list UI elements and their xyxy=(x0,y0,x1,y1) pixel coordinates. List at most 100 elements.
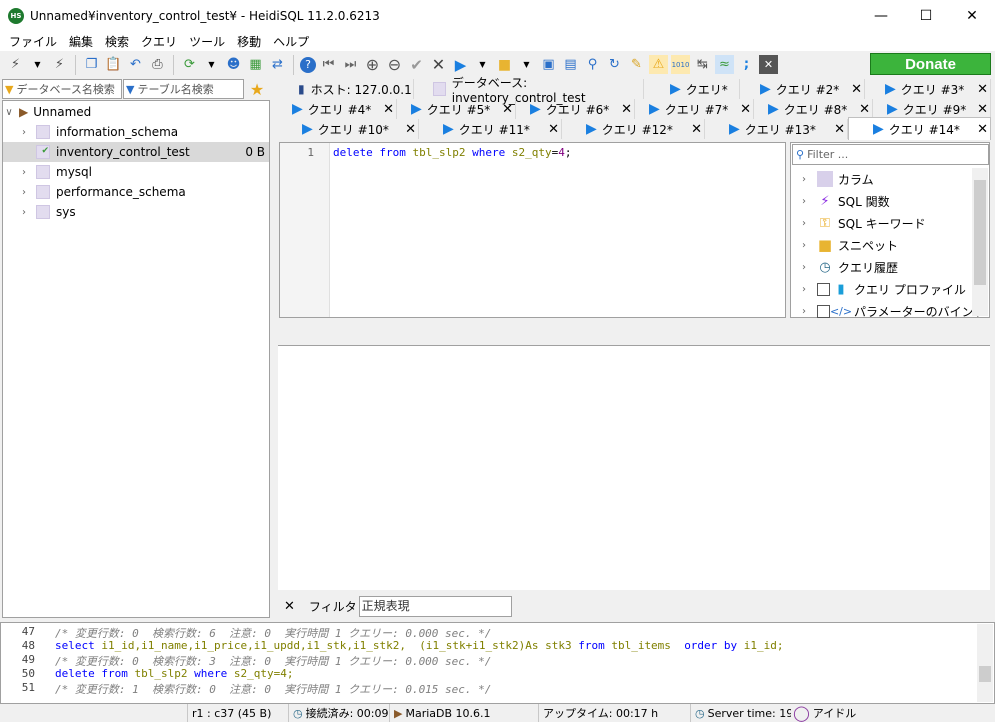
close-tab-icon[interactable]: ✕ xyxy=(759,55,778,74)
chevron-right-icon[interactable]: › xyxy=(18,207,30,218)
save-icon[interactable]: ▣ xyxy=(539,55,558,74)
print-icon[interactable]: ⎙ xyxy=(148,55,167,74)
table-search-input[interactable]: ▼ テーブル名検索 xyxy=(123,79,244,99)
menu-navigate[interactable]: 移動 xyxy=(231,33,267,50)
save-as-icon[interactable]: ▤ xyxy=(561,55,580,74)
close-window-button[interactable]: ✕ xyxy=(949,0,995,32)
tab-query-3[interactable]: ▶ クエリ #3* ✕ xyxy=(865,79,991,99)
close-tab-icon[interactable]: ✕ xyxy=(977,122,988,137)
chevron-right-icon[interactable]: › xyxy=(791,196,817,207)
chevron-right-icon[interactable]: › xyxy=(791,262,817,273)
run-query-icon[interactable]: ▶ xyxy=(451,55,470,74)
tab-query-12[interactable]: ▶ クエリ #12* ✕ xyxy=(562,119,705,139)
close-tab-icon[interactable]: ✕ xyxy=(383,102,394,117)
dropdown-arrow-icon[interactable]: ▼ xyxy=(473,55,492,74)
sql-editor[interactable]: 1 delete from tbl_slp2 where s2_qty=4; xyxy=(279,142,786,318)
tab-query-6[interactable]: ▶ クエリ #6* ✕ xyxy=(516,99,635,119)
scrollbar-thumb[interactable] xyxy=(974,180,986,285)
wrap-icon[interactable]: ↹ xyxy=(693,55,712,74)
splitter-bar[interactable] xyxy=(278,320,990,346)
close-tab-icon[interactable]: ✕ xyxy=(405,122,416,137)
tab-query-1[interactable]: ▶ クエリ* xyxy=(644,79,740,99)
tab-query-2[interactable]: ▶ クエリ #2* ✕ xyxy=(740,79,865,99)
scrollbar-thumb[interactable] xyxy=(979,666,991,682)
tab-query-10[interactable]: ▶ クエリ #10* ✕ xyxy=(278,119,419,139)
helper-item-sql-keywords[interactable]: › ⚿ SQL キーワード xyxy=(791,212,926,234)
copy-icon[interactable]: ❐ xyxy=(82,55,101,74)
refresh-icon[interactable]: ⟳ xyxy=(180,55,199,74)
chevron-right-icon[interactable]: › xyxy=(791,218,817,229)
dropdown-arrow-icon[interactable]: ▼ xyxy=(517,55,536,74)
close-tab-icon[interactable]: ✕ xyxy=(740,102,751,117)
first-record-icon[interactable]: ⏮ xyxy=(319,55,338,74)
tree-item-performance-schema[interactable]: › performance_schema xyxy=(3,182,269,202)
tab-query-13[interactable]: ▶ クエリ #13* ✕ xyxy=(705,119,848,139)
helper-item-query-profile[interactable]: › ▮ クエリ プロファイル xyxy=(791,278,966,300)
dropdown-arrow-icon[interactable]: ▼ xyxy=(202,55,221,74)
regex-filter-input[interactable]: 正規表現 xyxy=(358,595,512,617)
chevron-right-icon[interactable]: › xyxy=(18,127,30,138)
add-record-icon[interactable]: ⊕ xyxy=(363,55,382,74)
chevron-right-icon[interactable]: › xyxy=(18,167,30,178)
delete-record-icon[interactable]: ⊖ xyxy=(385,55,404,74)
undo-icon[interactable]: ↶ xyxy=(126,55,145,74)
database-search-input[interactable]: ▼ データベース名検索 xyxy=(2,79,122,99)
favorite-star-icon[interactable]: ★ xyxy=(246,79,268,99)
tree-item-information-schema[interactable]: › information_schema xyxy=(3,122,269,142)
post-icon[interactable]: ✔ xyxy=(407,55,426,74)
sql-log[interactable]: 47 /* 変更行数: 0 検索行数: 6 注意: 0 実行時間 1 クエリー:… xyxy=(0,622,995,704)
warning-icon[interactable]: ⚠ xyxy=(649,55,668,74)
session-manager-icon[interactable]: ⚡ xyxy=(6,55,25,74)
donate-button[interactable]: Donate xyxy=(870,53,991,75)
close-tab-icon[interactable]: ✕ xyxy=(851,82,862,97)
chevron-right-icon[interactable]: › xyxy=(18,187,30,198)
helper-item-bind-parameters[interactable]: › </> パラメーターのバインド xyxy=(791,300,986,322)
tab-query-14[interactable]: ▶ クエリ #14* ✕ xyxy=(848,117,991,140)
last-record-icon[interactable]: ⏭ xyxy=(341,55,360,74)
disconnect-icon[interactable]: ⚡ xyxy=(50,55,69,74)
tab-query-11[interactable]: ▶ クエリ #11* ✕ xyxy=(419,119,562,139)
bind-checkbox[interactable] xyxy=(817,304,830,318)
tab-query-4[interactable]: ▶ クエリ #4* ✕ xyxy=(278,99,397,119)
dropdown-arrow-icon[interactable]: ▼ xyxy=(28,55,47,74)
semicolon-icon[interactable]: ; xyxy=(737,55,756,74)
tab-query-9[interactable]: ▶ クエリ #9* ✕ xyxy=(873,99,991,119)
replace-icon[interactable]: ↻ xyxy=(605,55,624,74)
sync-icon[interactable]: ⇄ xyxy=(268,55,287,74)
tab-query-5[interactable]: ▶ クエリ #5* ✕ xyxy=(397,99,516,119)
helper-item-snippets[interactable]: › ■ スニペット xyxy=(791,234,898,256)
log-scrollbar[interactable] xyxy=(977,624,993,702)
helper-item-sql-functions[interactable]: › ⚡ SQL 関数 xyxy=(791,190,890,212)
tab-query-7[interactable]: ▶ クエリ #7* ✕ xyxy=(635,99,754,119)
menu-edit[interactable]: 編集 xyxy=(63,33,99,50)
clear-icon[interactable]: ✎ xyxy=(627,55,646,74)
tree-item-inventory-control-test[interactable]: ✔ inventory_control_test 0 B xyxy=(3,142,269,162)
menu-query[interactable]: クエリ xyxy=(135,33,183,50)
help-icon[interactable]: ? xyxy=(300,56,316,73)
menu-tools[interactable]: ツール xyxy=(183,33,231,50)
close-tab-icon[interactable]: ✕ xyxy=(834,122,845,137)
menu-help[interactable]: ヘルプ xyxy=(267,33,315,50)
close-tab-icon[interactable]: ✕ xyxy=(977,82,988,97)
chevron-right-icon[interactable]: › xyxy=(791,306,817,317)
close-filter-icon[interactable]: ✕ xyxy=(284,599,295,614)
cancel-icon[interactable]: ✕ xyxy=(429,55,448,74)
menu-file[interactable]: ファイル xyxy=(3,33,63,50)
helpers-scrollbar[interactable] xyxy=(972,168,988,316)
close-tab-icon[interactable]: ✕ xyxy=(621,102,632,117)
helper-item-query-history[interactable]: › ◷ クエリ履歴 xyxy=(791,256,898,278)
tree-root-unnamed[interactable]: ∨ ▶ Unnamed xyxy=(3,102,269,122)
maximize-button[interactable]: ☐ xyxy=(903,0,949,32)
tab-host[interactable]: ▮ ホスト: 127.0.0.1 xyxy=(278,79,414,99)
close-tab-icon[interactable]: ✕ xyxy=(859,102,870,117)
close-tab-icon[interactable]: ✕ xyxy=(691,122,702,137)
close-tab-icon[interactable]: ✕ xyxy=(548,122,559,137)
sql-line-1[interactable]: delete from tbl_slp2 where s2_qty=4; xyxy=(333,146,571,159)
tab-database[interactable]: データベース: inventory_control_test xyxy=(415,76,644,105)
chevron-right-icon[interactable]: › xyxy=(791,240,817,251)
binary-icon[interactable]: 1010 xyxy=(671,55,690,74)
profile-checkbox[interactable] xyxy=(817,282,830,296)
chevron-down-icon[interactable]: ∨ xyxy=(3,107,15,118)
minimize-button[interactable]: — xyxy=(858,0,904,32)
tab-query-8[interactable]: ▶ クエリ #8* ✕ xyxy=(754,99,873,119)
